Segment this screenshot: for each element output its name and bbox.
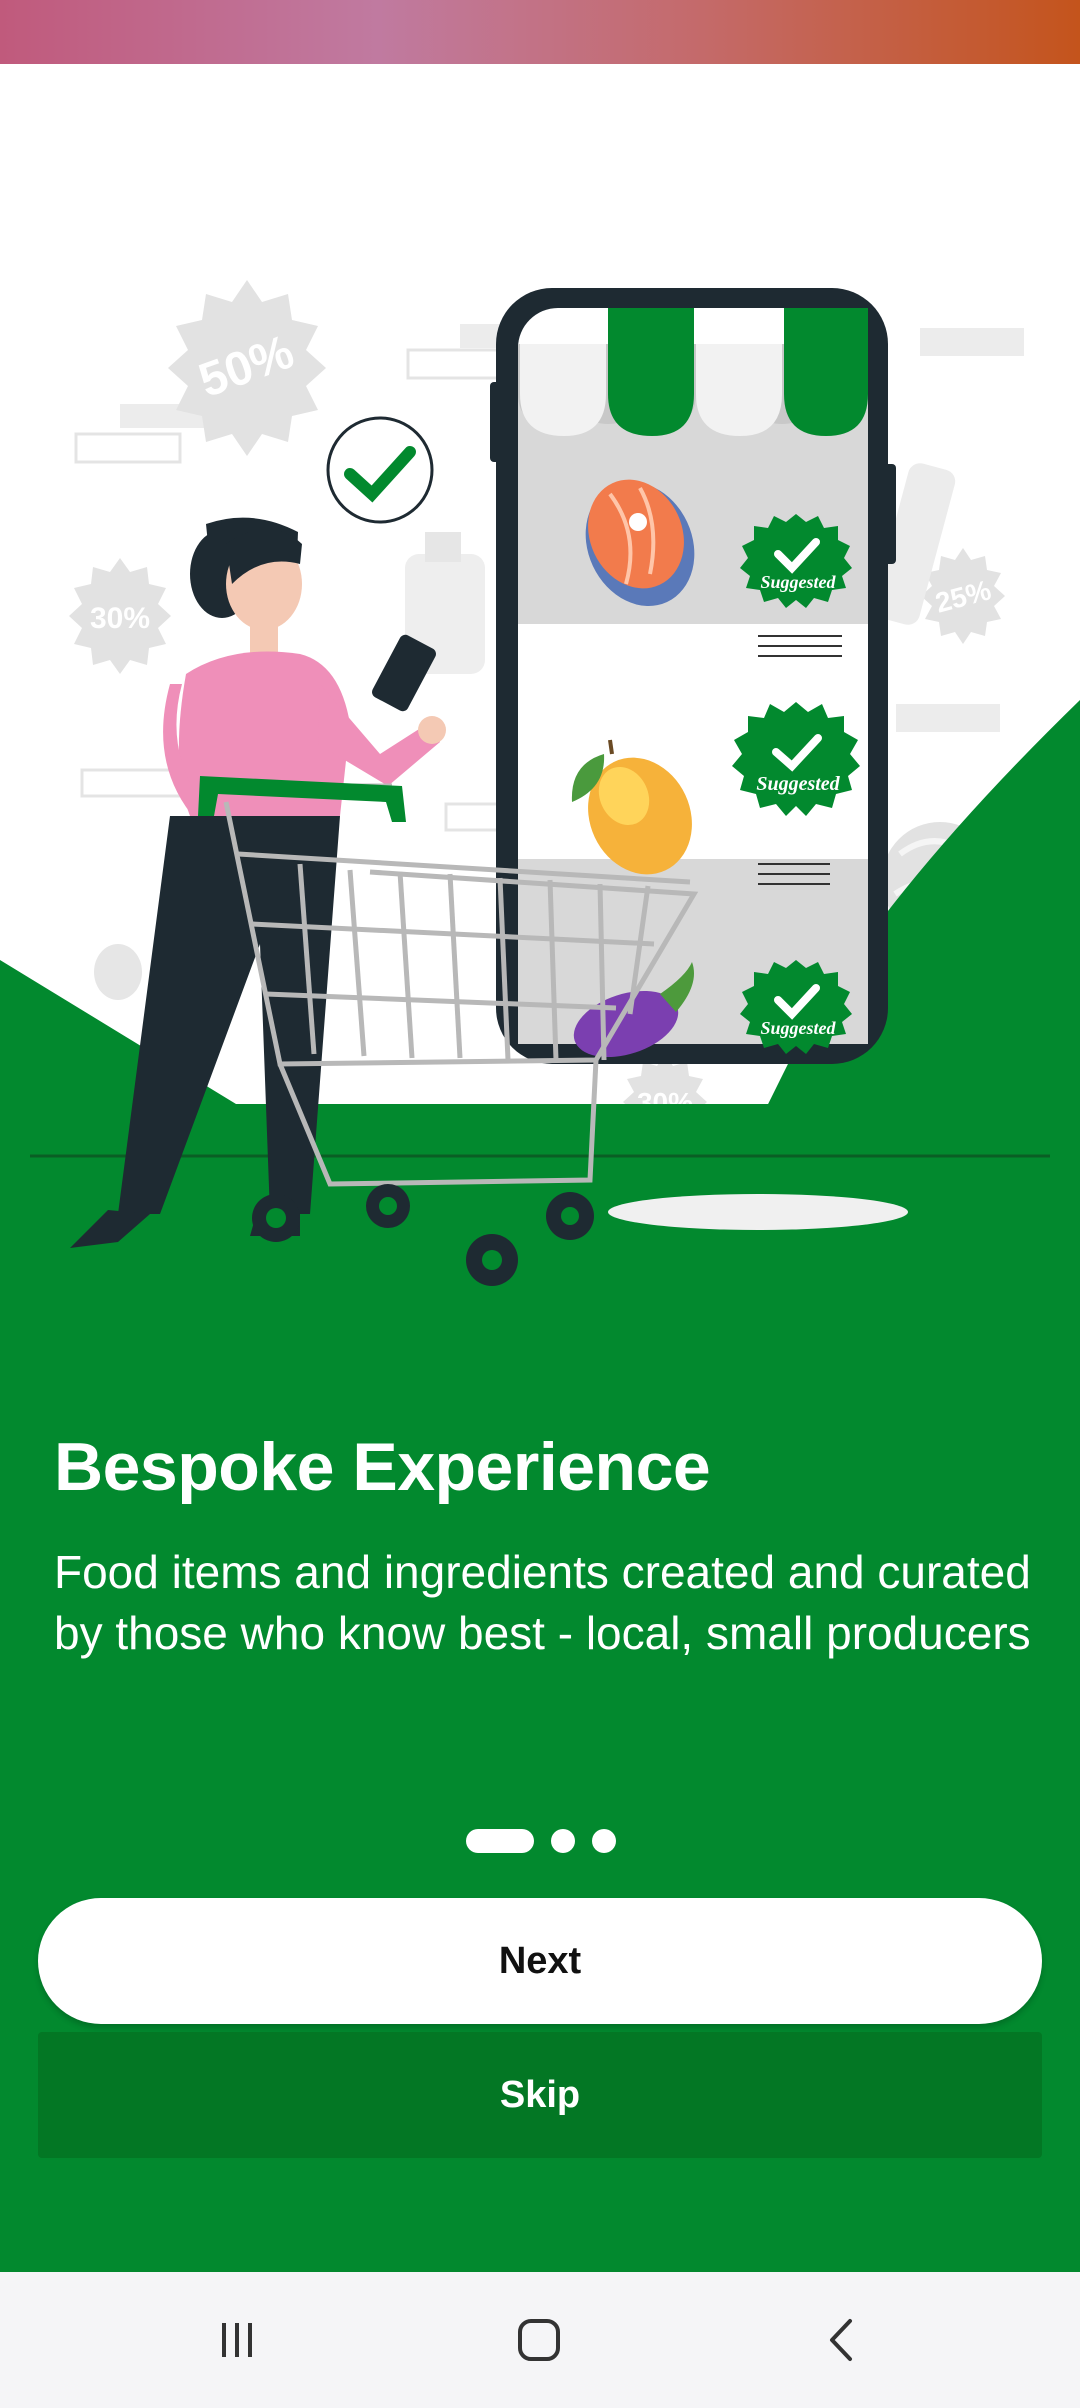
status-bar [0, 0, 1080, 64]
skip-button[interactable]: Skip [38, 2032, 1042, 2158]
suggested-badge-3-label: Suggested [760, 1018, 836, 1038]
home-icon [518, 2319, 560, 2361]
system-navigation-bar [0, 2272, 1080, 2408]
onboarding-description: Food items and ingredients created and c… [54, 1546, 1031, 1659]
home-button[interactable] [494, 2300, 584, 2380]
page-dot-active [466, 1829, 534, 1853]
suggested-badge-2-label: Suggested [756, 773, 840, 795]
next-button[interactable]: Next [38, 1898, 1042, 2024]
page-dot [551, 1829, 575, 1853]
onboarding-illustration: 50% 30% 25% 30% Suggested Suggested Sugg… [0, 280, 1080, 1454]
onboarding-title: Bespoke Experience [54, 1429, 711, 1505]
back-icon [830, 2319, 852, 2361]
page-indicator [466, 1829, 616, 1853]
discount-tag-30-left: 30% [90, 602, 150, 635]
page-dot [592, 1829, 616, 1853]
recents-button[interactable] [192, 2300, 282, 2380]
recents-icon [222, 2323, 252, 2357]
suggested-badge-1-label: Suggested [760, 572, 836, 592]
back-button[interactable] [796, 2300, 886, 2380]
